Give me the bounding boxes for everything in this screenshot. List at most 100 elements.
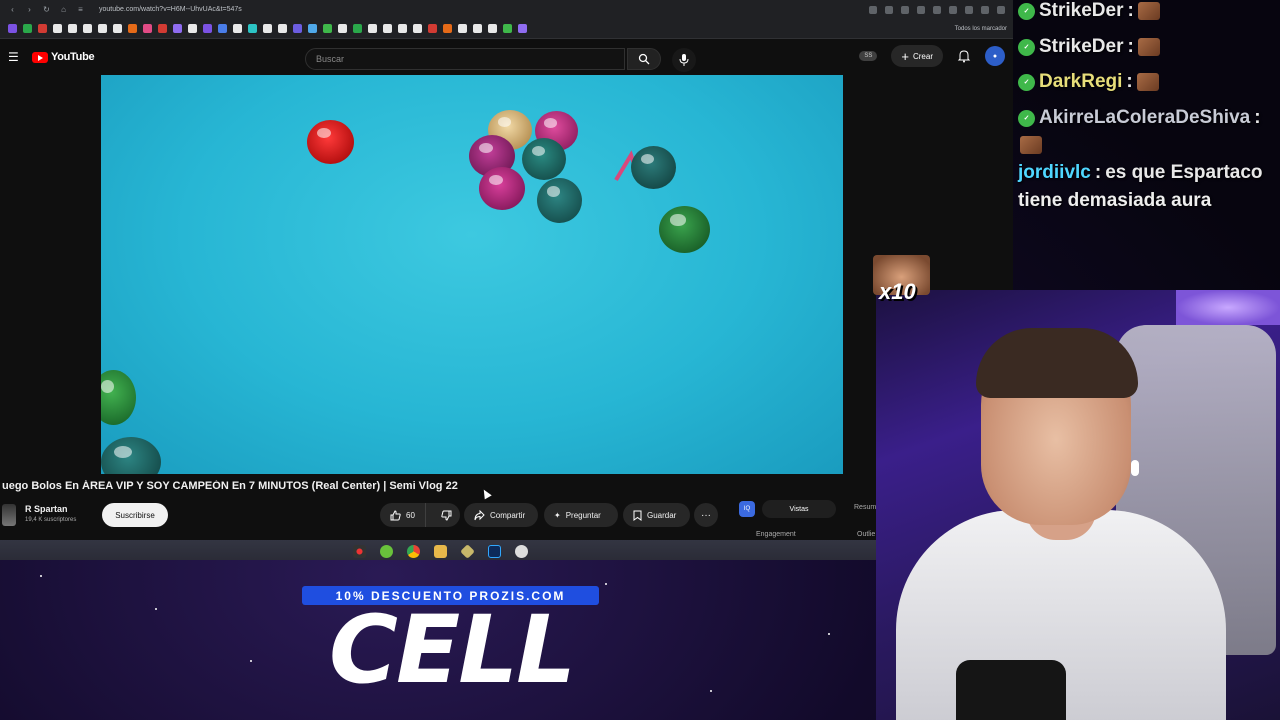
- extension-icon[interactable]: [917, 5, 925, 14]
- browser-toolbar: ‹ › ↻ ⌂ ≡ youtube.com/watch?v=H6M--UhvUA…: [0, 0, 1013, 19]
- chat-separator: :: [1127, 36, 1134, 57]
- chat-badge-icon: ✓: [1018, 2, 1035, 20]
- stream-scene: ‹ › ↻ ⌂ ≡ youtube.com/watch?v=H6M--UhvUA…: [0, 0, 1280, 720]
- youtube-logo[interactable]: YouTube: [32, 51, 95, 63]
- download-icon[interactable]: [965, 5, 973, 14]
- bookmark-icon[interactable]: [188, 24, 197, 33]
- create-button[interactable]: + Crear: [891, 45, 943, 67]
- ask-button[interactable]: ✦ Preguntar: [544, 503, 618, 527]
- star-sparkle: [710, 690, 712, 692]
- bookmark-icon[interactable]: [203, 24, 212, 33]
- bookmark-icon[interactable]: [368, 24, 377, 33]
- share-button[interactable]: Compartir: [464, 503, 538, 527]
- profile-icon[interactable]: [997, 5, 1005, 14]
- tab-vistas[interactable]: Vistas: [762, 500, 836, 518]
- bookmark-icon[interactable]: [458, 24, 467, 33]
- video-player[interactable]: [101, 75, 843, 474]
- bookmark-icon[interactable]: [383, 24, 392, 33]
- bookmark-icon[interactable]: [428, 24, 437, 33]
- back-icon[interactable]: ‹: [8, 5, 17, 14]
- bookmark-icon[interactable]: [488, 24, 497, 33]
- share-arrow-icon: [474, 509, 485, 520]
- bookmark-icon[interactable]: [308, 24, 317, 33]
- bookmark-icon[interactable]: [263, 24, 272, 33]
- bookmark-icon[interactable]: [353, 24, 362, 33]
- reload-icon[interactable]: ↻: [42, 5, 51, 14]
- notifications-bell-icon[interactable]: [957, 49, 971, 63]
- cast-icon[interactable]: [885, 5, 893, 14]
- emote-combo-count: x10: [879, 279, 916, 304]
- emote-icon: [1020, 136, 1042, 154]
- search-button[interactable]: [627, 48, 661, 70]
- youtube-header: ☰ YouTube Buscar SS + Crear ●: [0, 39, 1013, 75]
- bookmark-icon[interactable]: [8, 24, 17, 33]
- bookmark-icon[interactable]: [248, 24, 257, 33]
- bookmark-icon[interactable]: [173, 24, 182, 33]
- chat-username: StrikeDer: [1039, 36, 1124, 57]
- forward-icon[interactable]: ›: [25, 5, 34, 14]
- voice-search-button[interactable]: [672, 48, 696, 72]
- bookmark-icon[interactable]: [398, 24, 407, 33]
- bookmark-star-icon[interactable]: [901, 5, 909, 14]
- bookmark-icon[interactable]: [53, 24, 62, 33]
- app-icon[interactable]: [514, 544, 528, 558]
- bookmark-icon[interactable]: [128, 24, 137, 33]
- bookmark-icon[interactable]: [473, 24, 482, 33]
- folder-app-icon[interactable]: [433, 544, 447, 558]
- chat-line: ✓ StrikeDer :: [1018, 0, 1160, 22]
- bookmark-icon[interactable]: [83, 24, 92, 33]
- bookmark-icon[interactable]: [158, 24, 167, 33]
- emote-icon: [1137, 2, 1160, 20]
- subscribe-button[interactable]: Suscribirse: [102, 503, 168, 527]
- bookmark-icon[interactable]: [413, 24, 422, 33]
- home-icon[interactable]: ⌂: [59, 5, 68, 14]
- bookmark-icon[interactable]: [218, 24, 227, 33]
- bookmark-icon[interactable]: [38, 24, 47, 33]
- bookmark-icon[interactable]: [338, 24, 347, 33]
- channel-name[interactable]: R Spartan: [25, 504, 68, 514]
- bookmark-icon[interactable]: [113, 24, 122, 33]
- user-avatar[interactable]: ●: [985, 46, 1005, 66]
- site-info-icon[interactable]: ≡: [76, 5, 85, 14]
- chrome-app-icon[interactable]: [406, 544, 420, 558]
- bookmark-icon: [633, 510, 642, 521]
- bookmark-icon[interactable]: [323, 24, 332, 33]
- channel-avatar[interactable]: [2, 504, 16, 526]
- earbud-icon: [1131, 460, 1139, 476]
- youtube-logo-text: YouTube: [51, 51, 95, 63]
- save-button[interactable]: Guardar: [623, 503, 690, 527]
- analytics-extension-icon[interactable]: IQ: [739, 501, 755, 517]
- hamburger-menu-icon[interactable]: ☰: [8, 50, 20, 64]
- video-title: uego Bolos En ÁREA VIP Y SOY CAMPEÓN En …: [2, 480, 458, 492]
- search-input[interactable]: Buscar: [305, 48, 625, 70]
- bookmark-icon[interactable]: [233, 24, 242, 33]
- extensions-puzzle-icon[interactable]: [949, 5, 957, 14]
- bookmark-icon[interactable]: [143, 24, 152, 33]
- extension-icon[interactable]: [933, 5, 941, 14]
- dislike-button[interactable]: [431, 503, 462, 527]
- bookmark-icon[interactable]: [443, 24, 452, 33]
- bookmark-icon[interactable]: [503, 24, 512, 33]
- like-button[interactable]: 60: [380, 503, 426, 527]
- bookmark-icon[interactable]: [278, 24, 287, 33]
- bookmark-icon[interactable]: [518, 24, 527, 33]
- app-icon[interactable]: [459, 543, 475, 559]
- like-dislike-group: 60: [380, 503, 460, 527]
- bookmark-icon[interactable]: [68, 24, 77, 33]
- more-actions-button[interactable]: ···: [694, 503, 718, 527]
- address-bar[interactable]: youtube.com/watch?v=H6M--UhvUAc&t=547s: [99, 6, 242, 13]
- chat-app-icon[interactable]: [379, 544, 393, 558]
- bookmark-icon[interactable]: [98, 24, 107, 33]
- zoom-icon[interactable]: [869, 5, 877, 14]
- subscriber-count: 19,4 K suscriptores: [25, 517, 77, 523]
- obs-app-icon[interactable]: [352, 544, 366, 558]
- engagement-label: Engagement: [756, 531, 796, 538]
- bookmark-icon[interactable]: [293, 24, 302, 33]
- photoshop-app-icon[interactable]: [487, 544, 501, 558]
- bookmark-icon[interactable]: [23, 24, 32, 33]
- sidebar-icon[interactable]: [981, 5, 989, 14]
- tab-resumen[interactable]: Resum: [854, 504, 876, 511]
- all-bookmarks-folder[interactable]: Todos los marcador: [955, 26, 1013, 32]
- plus-icon: +: [901, 48, 909, 64]
- chat-separator: :: [1094, 162, 1102, 183]
